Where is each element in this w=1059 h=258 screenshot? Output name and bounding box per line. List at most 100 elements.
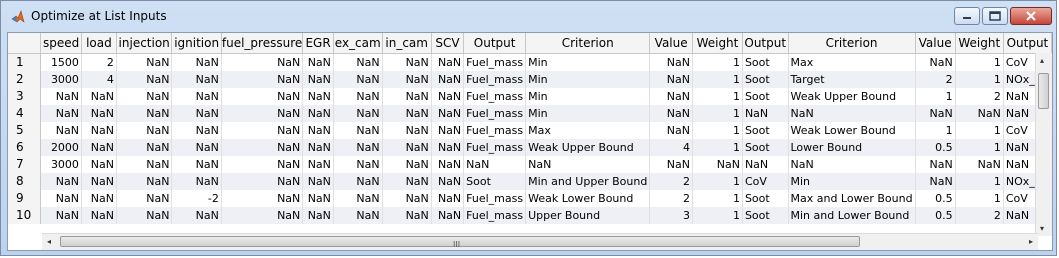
table-cell[interactable]: NaN [171, 104, 222, 122]
column-header[interactable]: ignition [171, 33, 222, 54]
table-cell[interactable]: Soot [742, 70, 789, 88]
table-cell[interactable]: NaN [431, 104, 465, 122]
column-header[interactable]: fuel_pressure [221, 33, 304, 54]
column-header[interactable]: Weight [692, 33, 743, 54]
table-cell[interactable]: Min and Lower Bound [788, 206, 916, 224]
table-cell[interactable]: Fuel_mass [463, 121, 527, 139]
table-cell[interactable]: NaN [649, 121, 693, 139]
table-cell[interactable]: NaN [742, 155, 789, 173]
table-cell[interactable]: NaN [649, 104, 693, 122]
table-cell[interactable]: NaN [333, 53, 383, 71]
close-button[interactable] [1010, 7, 1052, 25]
table-cell[interactable]: NaN [171, 155, 222, 173]
table-cell[interactable]: NaN [116, 70, 173, 88]
table-cell[interactable]: NaN [40, 206, 82, 224]
table-cell[interactable]: 1 [955, 121, 1004, 139]
table-cell[interactable]: NaN [81, 87, 117, 105]
table-cell[interactable]: NaN [333, 206, 383, 224]
table-cell[interactable]: 4 [81, 70, 117, 88]
table-cell[interactable]: NaN [333, 189, 383, 207]
table-cell[interactable]: Fuel_mass [463, 104, 527, 122]
scroll-up-icon[interactable]: ▴ [1040, 56, 1044, 65]
table-cell[interactable]: 1 [955, 53, 1004, 71]
table-cell[interactable]: NaN [431, 206, 465, 224]
table-cell[interactable]: NaN [40, 87, 82, 105]
table-cell[interactable]: 3000 [40, 70, 82, 88]
table-cell[interactable]: NaN [116, 206, 173, 224]
table-cell[interactable]: NaN [382, 70, 432, 88]
scroll-left-icon[interactable]: ◂ [47, 237, 51, 246]
table-cell[interactable]: Weak Lower Bound [525, 189, 651, 207]
table-cell[interactable]: NaN [302, 172, 334, 190]
table-cell[interactable]: 2 [915, 70, 956, 88]
table-cell[interactable]: Lower Bound [788, 138, 916, 156]
column-header[interactable]: Output [742, 33, 789, 54]
scroll-right-icon[interactable]: ▸ [1029, 237, 1033, 246]
horizontal-scroll-thumb[interactable]: III [60, 236, 860, 249]
table-cell[interactable]: NaN [302, 121, 334, 139]
table-cell[interactable]: NaN [221, 172, 304, 190]
table-cell[interactable]: NaN [649, 70, 693, 88]
table-cell[interactable]: NaN [382, 104, 432, 122]
table-cell[interactable]: Min [525, 87, 651, 105]
table-cell[interactable]: Soot [742, 138, 789, 156]
horizontal-scrollbar[interactable]: ◂ III ▸ [42, 233, 1038, 250]
table-cell[interactable]: NaN [382, 138, 432, 156]
table-cell[interactable]: 1 [955, 172, 1004, 190]
table-cell[interactable]: 0.5 [915, 206, 956, 224]
table-cell[interactable]: Fuel_mass [463, 53, 527, 71]
table-cell[interactable]: 1 [915, 121, 956, 139]
table-cell[interactable]: NaN [171, 53, 222, 71]
table-cell[interactable]: NaN [81, 138, 117, 156]
table-cell[interactable]: NaN [40, 172, 82, 190]
table-cell[interactable]: 1 [692, 70, 743, 88]
title-bar[interactable]: Optimize at List Inputs [1, 1, 1056, 31]
table-cell[interactable]: NaN [81, 206, 117, 224]
table-cell[interactable]: 1 [692, 206, 743, 224]
column-header[interactable]: load [81, 33, 117, 54]
table-cell[interactable]: NaN [116, 155, 173, 173]
table-cell[interactable]: NaN [221, 104, 304, 122]
column-header[interactable]: in_cam [382, 33, 432, 54]
table-cell[interactable]: NaN [221, 53, 304, 71]
table-cell[interactable]: 1 [915, 87, 956, 105]
table-cell[interactable]: 2000 [40, 138, 82, 156]
table-cell[interactable]: Soot [463, 172, 527, 190]
table-cell[interactable]: Min [525, 104, 651, 122]
table-cell[interactable]: NaN [382, 155, 432, 173]
table-cell[interactable]: NaN [221, 189, 304, 207]
table-cell[interactable]: NaN [431, 121, 465, 139]
table-cell[interactable]: -2 [171, 189, 222, 207]
column-header[interactable]: Output [1003, 33, 1052, 54]
table-cell[interactable]: NaN [302, 104, 334, 122]
table-cell[interactable]: NaN [171, 121, 222, 139]
table-cell[interactable]: NaN [788, 104, 916, 122]
table-cell[interactable]: Fuel_mass [463, 138, 527, 156]
table-cell[interactable]: 1500 [40, 53, 82, 71]
table-cell[interactable]: NaN [171, 87, 222, 105]
table-cell[interactable]: Fuel_mass [463, 70, 527, 88]
table-cell[interactable]: Soot [742, 53, 789, 71]
table-cell[interactable]: Soot [742, 189, 789, 207]
table-cell[interactable]: NaN [171, 172, 222, 190]
table-cell[interactable]: 2 [649, 189, 693, 207]
column-header[interactable]: Weight [955, 33, 1004, 54]
table-cell[interactable]: NaN [431, 53, 465, 71]
table-cell[interactable]: NaN [788, 155, 916, 173]
table-cell[interactable]: NaN [955, 155, 1004, 173]
table-cell[interactable]: NaN [333, 138, 383, 156]
table-cell[interactable]: Soot [742, 206, 789, 224]
column-header[interactable]: Output [463, 33, 527, 54]
table-cell[interactable]: NaN [116, 138, 173, 156]
table-cell[interactable]: NaN [649, 155, 693, 173]
table-cell[interactable]: NaN [915, 104, 956, 122]
table-cell[interactable]: NaN [221, 138, 304, 156]
table-cell[interactable]: 4 [649, 138, 693, 156]
maximize-button[interactable] [982, 7, 1008, 25]
table-cell[interactable]: NaN [382, 121, 432, 139]
table-cell[interactable]: Fuel_mass [463, 189, 527, 207]
table-cell[interactable]: NaN [382, 53, 432, 71]
table-cell[interactable]: Weak Lower Bound [788, 121, 916, 139]
table-cell[interactable]: NaN [116, 172, 173, 190]
table-cell[interactable]: 1 [692, 87, 743, 105]
